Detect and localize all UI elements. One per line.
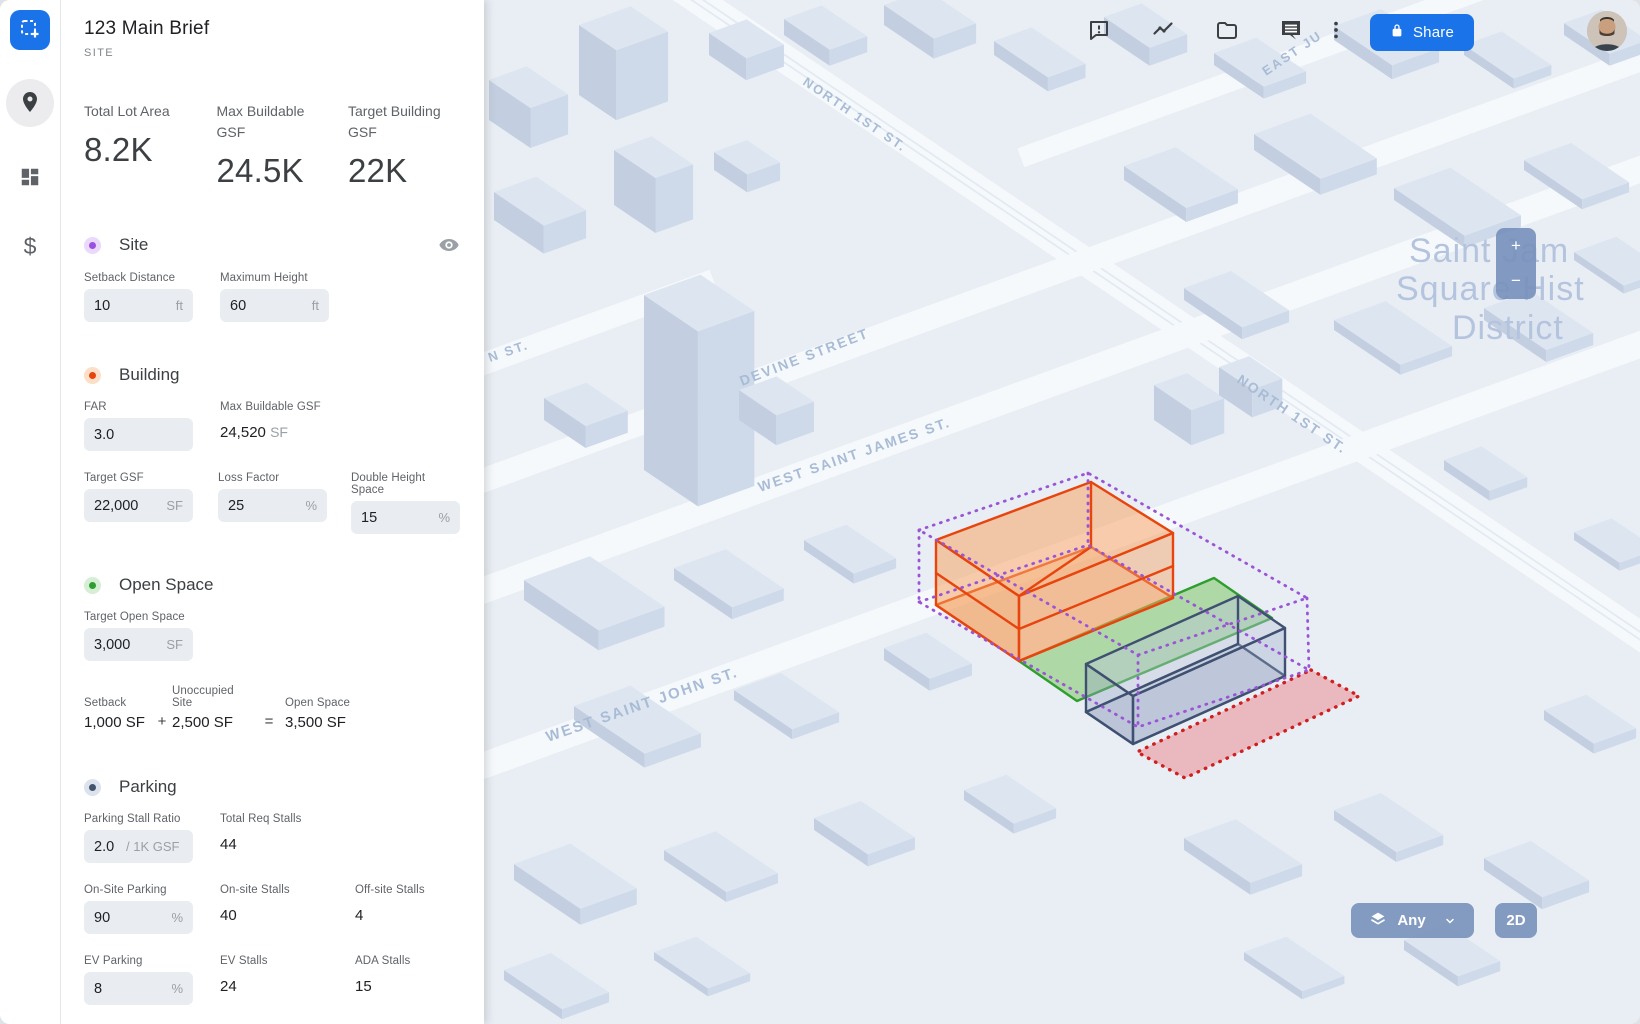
select-tool-button[interactable] [10, 10, 50, 50]
parking-stall-ratio-field: Parking Stall Ratio / 1K GSF [84, 813, 220, 863]
app-window: $ 123 Main Brief SITE Total Lot Area 8.2… [0, 0, 1640, 1024]
layers-filter-dropdown[interactable]: Any [1351, 903, 1474, 938]
projects-button[interactable] [1212, 13, 1242, 49]
maximum-height-input[interactable]: ft [220, 289, 329, 322]
feedback-icon [1087, 18, 1111, 45]
ev-parking-field: EV Parking % [84, 955, 220, 1005]
on-site-stalls-field: On-site Stalls 40 [220, 884, 290, 924]
off-site-stalls-field: Off-site Stalls 4 [355, 884, 425, 924]
left-toolbar: $ [0, 0, 61, 1024]
far-input[interactable] [84, 418, 193, 451]
share-button[interactable]: Share [1369, 14, 1474, 51]
svg-text:District: District [1452, 309, 1564, 347]
target-gsf-field: Target GSF SF [84, 472, 218, 534]
metric-max-buildable-gsf: Max Buildable GSF 24.5K [216, 103, 305, 189]
2d-view-toggle[interactable]: 2D [1495, 903, 1537, 938]
map-bottom-controls: Any 2D [1351, 903, 1537, 938]
user-photo [1587, 11, 1627, 51]
total-req-stalls-field: Total Req Stalls 44 [220, 813, 302, 853]
ada-stalls-field: ADA Stalls 15 [355, 955, 411, 995]
eye-icon [438, 239, 460, 259]
dollar-icon: $ [23, 232, 37, 259]
brief-panel: 123 Main Brief SITE Total Lot Area 8.2K … [60, 0, 484, 1024]
setback-distance-input[interactable]: ft [84, 289, 193, 322]
on-site-parking-field: On-Site Parking % [84, 884, 220, 934]
feedback-button[interactable] [1084, 13, 1114, 49]
section-open-space-header: Open Space [84, 575, 460, 595]
zoom-out-button[interactable]: − [1496, 264, 1536, 300]
plus-operator: + [157, 713, 167, 730]
parking-stall-ratio-input[interactable]: / 1K GSF [84, 830, 193, 863]
summary-metrics: Total Lot Area 8.2K Max Buildable GSF 24… [84, 101, 460, 190]
target-open-space-field: Target Open Space SF [84, 611, 220, 661]
avatar[interactable] [1587, 11, 1627, 51]
svg-text:Saint Jam: Saint Jam [1409, 232, 1569, 270]
maximum-height-field: Maximum Height ft [220, 272, 355, 322]
marquee-select-icon [18, 17, 42, 44]
on-site-parking-input[interactable]: % [84, 901, 193, 934]
far-field: FAR [84, 401, 220, 451]
location-pin-icon [18, 90, 42, 117]
equals-operator: = [264, 713, 274, 730]
page-title: 123 Main Brief [84, 18, 210, 39]
dashboard-icon [19, 166, 41, 191]
double-height-space-input[interactable]: % [351, 501, 460, 534]
map-canvas[interactable]: NORTH 1ST ST. DEVINE STREET WEST SAINT J… [484, 0, 1640, 1024]
target-open-space-input[interactable]: SF [84, 628, 193, 661]
ev-stalls-field: EV Stalls 24 [220, 955, 268, 995]
svg-text:Square Hist: Square Hist [1396, 270, 1585, 308]
zoom-in-button[interactable]: + [1496, 228, 1536, 264]
section-parking-header: Parking [84, 777, 460, 797]
page-subtitle: SITE [84, 47, 115, 59]
analytics-button[interactable] [1148, 13, 1178, 49]
ev-parking-input[interactable]: % [84, 972, 193, 1005]
lock-icon [1390, 23, 1404, 42]
financials-tool-button[interactable]: $ [10, 229, 50, 263]
map-toolbar [1084, 13, 1347, 49]
section-building-header: Building [84, 365, 460, 385]
open-space-section-dot [84, 576, 101, 594]
open-space-formula: Setback 1,000 SF + Unoccupied Site 2,500… [84, 685, 350, 731]
zoom-controls: + − [1496, 228, 1536, 299]
folder-icon [1215, 18, 1239, 45]
parking-section-dot [84, 778, 101, 796]
more-options-button[interactable] [1325, 13, 1347, 49]
comments-icon [1279, 18, 1303, 45]
loss-factor-field: Loss Factor % [218, 472, 351, 534]
more-options-icon [1325, 18, 1347, 45]
metric-total-lot-area: Total Lot Area 8.2K [84, 103, 170, 168]
site-visibility-toggle[interactable] [438, 234, 460, 256]
double-height-space-field: Double Height Space % [351, 472, 460, 534]
metric-target-building-gsf: Target Building GSF 22K [348, 103, 441, 189]
dashboard-tool-button[interactable] [10, 161, 50, 195]
target-gsf-input[interactable]: SF [84, 489, 193, 522]
comments-button[interactable] [1276, 13, 1306, 49]
trend-line-icon [1151, 18, 1176, 45]
site-section-dot [84, 236, 101, 254]
map-scene: NORTH 1ST ST. DEVINE STREET WEST SAINT J… [484, 0, 1640, 1024]
section-site-header: Site [84, 234, 460, 256]
loss-factor-input[interactable]: % [218, 489, 327, 522]
max-buildable-gsf-field: Max Buildable GSF 24,520 SF [220, 401, 321, 441]
site-tool-button[interactable] [6, 79, 54, 127]
setback-distance-field: Setback Distance ft [84, 272, 220, 322]
chevron-down-icon [1444, 915, 1456, 927]
building-section-dot [84, 366, 101, 384]
layers-icon [1369, 910, 1387, 932]
